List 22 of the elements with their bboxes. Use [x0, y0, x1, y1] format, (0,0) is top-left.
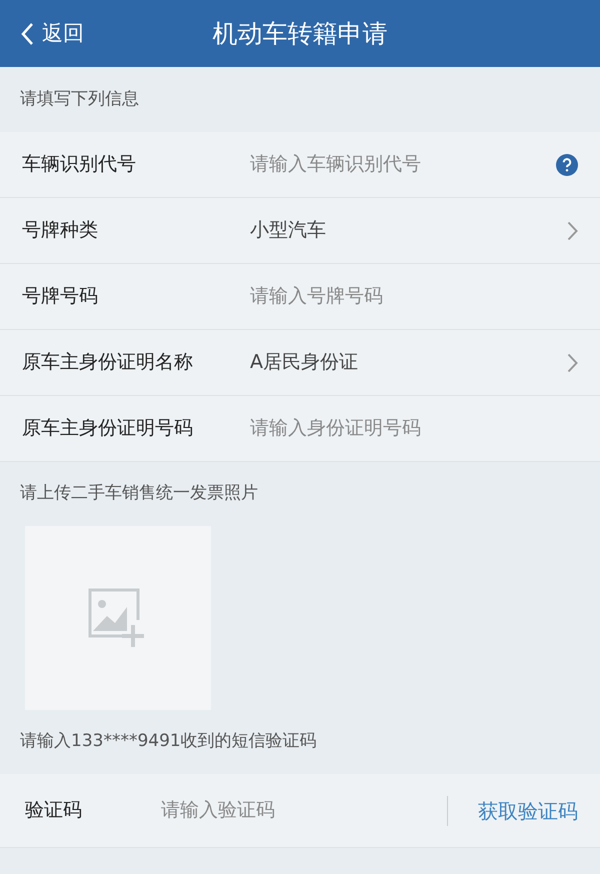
input-field[interactable]: 请输入号牌号码: [250, 282, 578, 311]
field-label: 验证码: [25, 798, 83, 824]
input-field[interactable]: 请输入车辆识别代号: [250, 150, 556, 179]
field-label: 原车主身份证明号码: [22, 416, 194, 442]
section-label: 请填写下列信息: [20, 88, 139, 111]
select-value[interactable]: 小型汽车: [250, 216, 567, 245]
field-label: 车辆识别代号: [22, 152, 137, 178]
back-icon: [20, 22, 34, 46]
section-label: 请输入133****9491收到的短信验证码: [20, 730, 317, 754]
get-code-button[interactable]: 获取验证码: [447, 796, 578, 826]
help-icon[interactable]: [556, 154, 578, 176]
chevron-icon: [567, 352, 578, 372]
field-label: 原车主身份证明名称: [22, 350, 194, 376]
back-button[interactable]: 返回: [12, 18, 92, 50]
chevron-icon: [567, 220, 578, 240]
field-label: 号牌号码: [22, 284, 99, 310]
input-field[interactable]: 请输入验证码: [161, 796, 447, 825]
select-value[interactable]: A居民身份证: [250, 348, 567, 377]
page-title: 机动车转籍申请: [212, 18, 388, 50]
field-label: 号牌种类: [22, 218, 99, 244]
section-label: 请上传二手车销售统一发票照片: [20, 482, 258, 506]
input-field[interactable]: 请输入身份证明号码: [250, 414, 578, 443]
